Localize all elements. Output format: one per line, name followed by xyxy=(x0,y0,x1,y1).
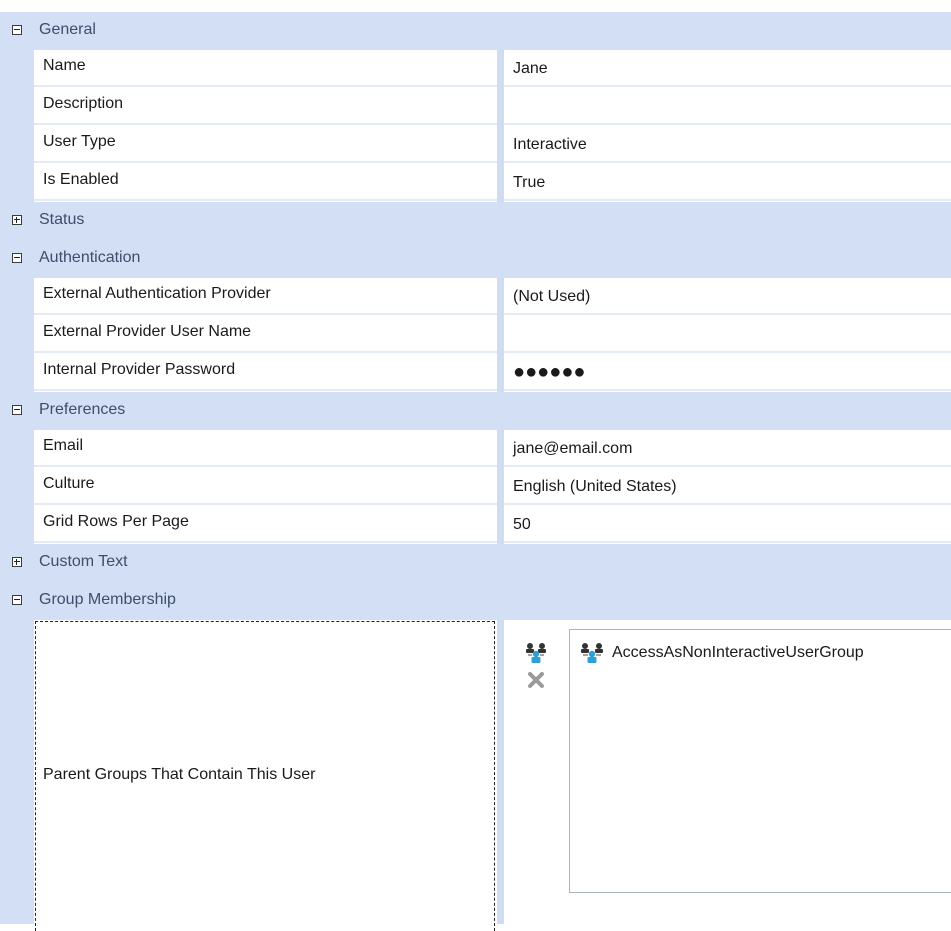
property-grid: General Name Jane Description User Type … xyxy=(0,0,951,931)
user-type-value-field[interactable]: Interactive xyxy=(504,126,951,163)
is-enabled-value-field[interactable]: True xyxy=(504,164,951,201)
culture-field[interactable]: English (United States) xyxy=(504,468,951,505)
property-value[interactable]: True xyxy=(513,174,545,192)
category-custom-text[interactable]: Custom Text xyxy=(0,544,951,582)
grid-rows-field[interactable]: 50 xyxy=(504,506,951,543)
left-gutter xyxy=(0,12,34,924)
property-value[interactable]: 50 xyxy=(513,516,531,534)
property-label: External Provider User Name xyxy=(43,323,252,340)
property-name-cell: Internal Provider Password xyxy=(34,354,497,391)
property-label: User Type xyxy=(43,133,116,150)
property-row-internal-password[interactable]: Internal Provider Password ●●●●●● xyxy=(34,354,951,391)
property-row-name[interactable]: Name Jane xyxy=(34,50,951,87)
property-name-cell: Name xyxy=(34,50,497,87)
property-name-cell: Description xyxy=(34,88,497,125)
parent-groups-list[interactable]: AccessAsNonInteractiveUserGroup xyxy=(569,629,951,893)
category-label: Group Membership xyxy=(39,591,176,608)
category-status[interactable]: Status xyxy=(0,202,951,240)
property-row-is-enabled[interactable]: Is Enabled True xyxy=(34,164,951,201)
remove-icon xyxy=(528,672,544,688)
category-label: Preferences xyxy=(39,401,126,418)
external-provider-value-field[interactable]: (Not Used) xyxy=(504,278,951,315)
property-value[interactable]: English (United States) xyxy=(513,478,677,496)
property-value[interactable]: (Not Used) xyxy=(513,288,590,306)
property-value[interactable]: Interactive xyxy=(513,136,587,154)
property-label: Email xyxy=(43,437,84,454)
property-name-cell: Email xyxy=(34,430,497,467)
property-name-cell: External Authentication Provider xyxy=(34,278,497,315)
property-label: Parent Groups That Contain This User xyxy=(43,766,316,783)
property-label: Is Enabled xyxy=(43,171,119,188)
email-field[interactable]: jane@email.com xyxy=(504,430,951,467)
collapse-icon[interactable] xyxy=(12,253,22,263)
category-label: General xyxy=(39,21,96,38)
property-label: Culture xyxy=(43,475,95,492)
category-group-membership[interactable]: Group Membership xyxy=(0,582,951,620)
property-label: Name xyxy=(43,57,86,74)
category-label: Custom Text xyxy=(39,553,128,570)
expand-icon[interactable] xyxy=(12,557,22,567)
name-value-field[interactable]: Jane xyxy=(504,50,951,87)
expand-icon[interactable] xyxy=(12,215,22,225)
password-field[interactable]: ●●●●●● xyxy=(504,354,951,391)
property-name-cell: Grid Rows Per Page xyxy=(34,506,497,543)
property-name-cell: Is Enabled xyxy=(34,164,497,201)
category-label: Authentication xyxy=(39,249,141,266)
property-value[interactable]: Jane xyxy=(513,60,548,78)
property-row-grid-rows[interactable]: Grid Rows Per Page 50 xyxy=(34,506,951,543)
property-label: Description xyxy=(43,95,124,112)
property-label: External Authentication Provider xyxy=(43,285,271,302)
group-membership-name-cell[interactable]: Parent Groups That Contain This User xyxy=(35,621,495,931)
property-row-user-type[interactable]: User Type Interactive xyxy=(34,126,951,163)
collapse-icon[interactable] xyxy=(12,595,22,605)
user-group-icon xyxy=(581,643,603,663)
property-name-cell: Culture xyxy=(34,468,497,505)
collapse-icon[interactable] xyxy=(12,25,22,35)
property-row-email[interactable]: Email jane@email.com xyxy=(34,430,951,467)
property-row-external-provider[interactable]: External Authentication Provider (Not Us… xyxy=(34,278,951,315)
property-name-cell: External Provider User Name xyxy=(34,316,497,353)
property-row-description[interactable]: Description xyxy=(34,88,951,125)
property-value[interactable]: jane@email.com xyxy=(513,440,632,458)
property-label: Grid Rows Per Page xyxy=(43,513,189,530)
category-label: Status xyxy=(39,211,85,228)
property-name-cell: User Type xyxy=(34,126,497,163)
group-name: AccessAsNonInteractiveUserGroup xyxy=(612,644,864,661)
external-user-name-value-field[interactable] xyxy=(504,316,951,353)
property-label: Internal Provider Password xyxy=(43,361,236,378)
password-mask[interactable]: ●●●●●● xyxy=(513,361,585,384)
category-preferences[interactable]: Preferences xyxy=(0,392,951,430)
collapse-icon[interactable] xyxy=(12,405,22,415)
description-value-field[interactable] xyxy=(504,88,951,125)
add-group-icon xyxy=(526,643,546,663)
add-group-button[interactable] xyxy=(524,641,548,665)
remove-group-button[interactable] xyxy=(524,668,548,692)
list-item[interactable]: AccessAsNonInteractiveUserGroup xyxy=(578,640,864,666)
property-row-external-user-name[interactable]: External Provider User Name xyxy=(34,316,951,353)
category-authentication[interactable]: Authentication xyxy=(0,240,951,278)
category-general[interactable]: General xyxy=(0,12,951,50)
property-row-culture[interactable]: Culture English (United States) xyxy=(34,468,951,505)
